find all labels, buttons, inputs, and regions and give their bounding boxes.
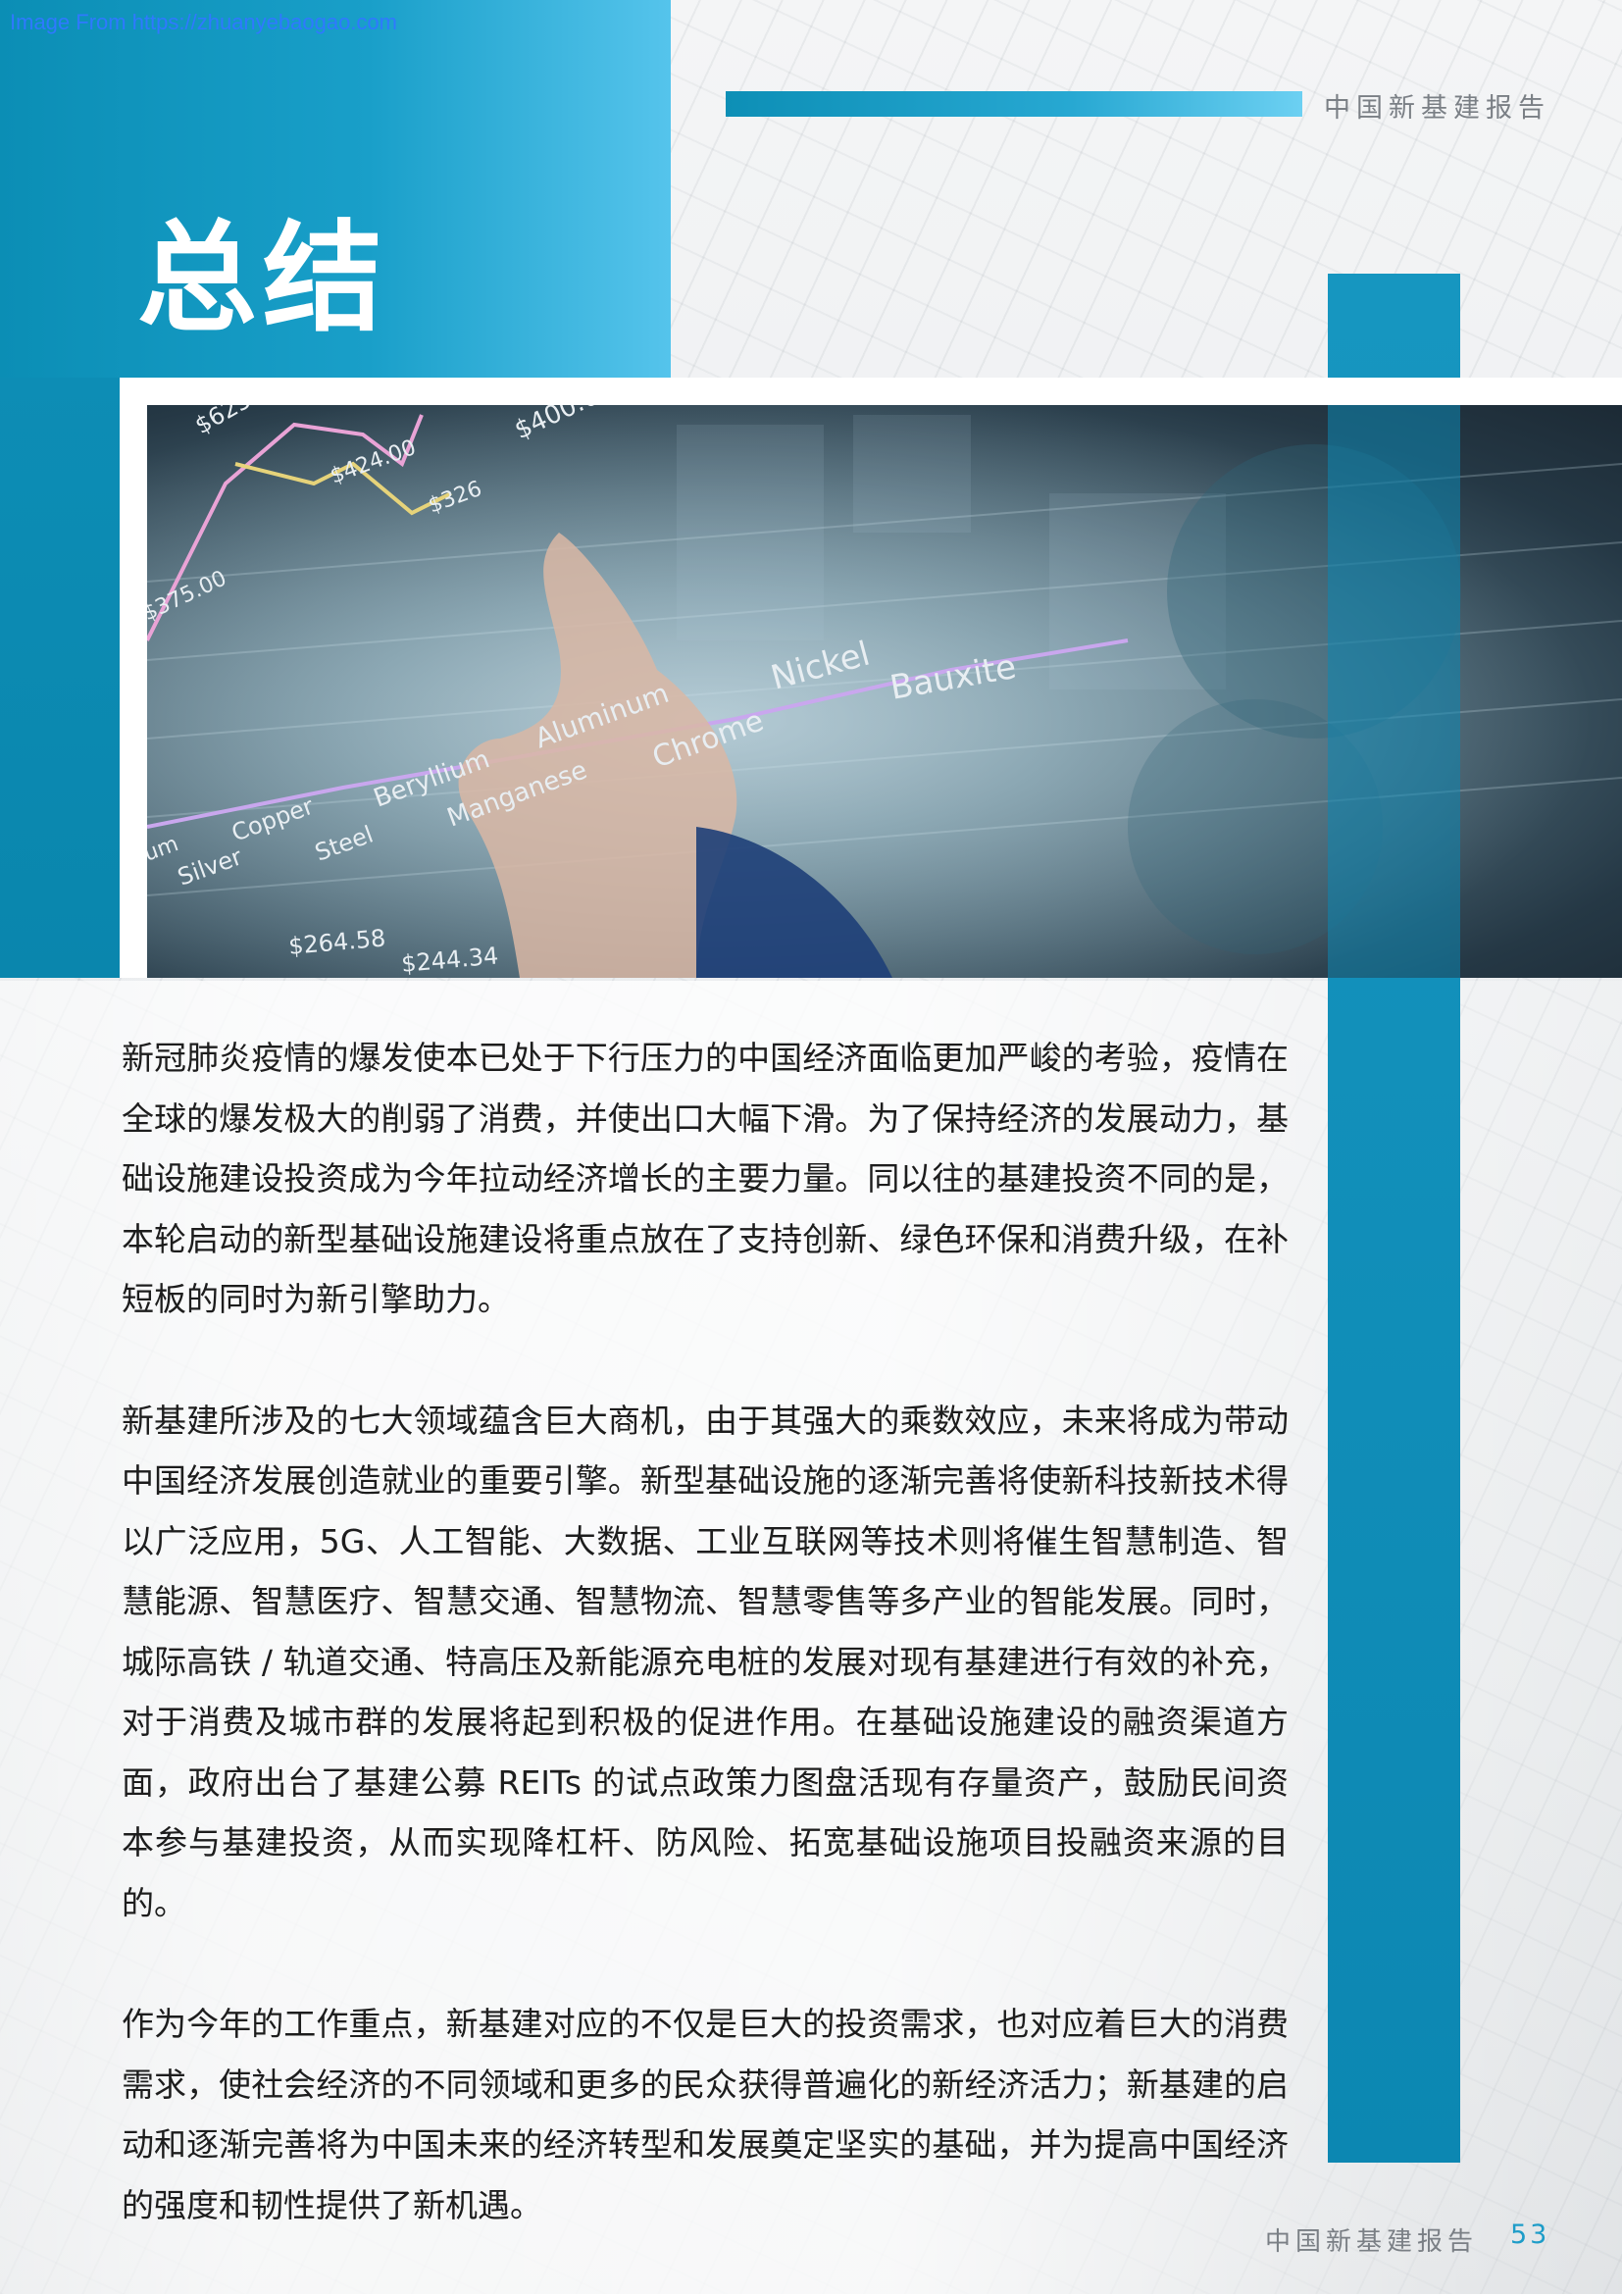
paragraph: 作为今年的工作重点，新基建对应的不仅是巨大的投资需求，也对应着巨大的消费需求，使… <box>122 2005 1289 2224</box>
vertical-accent-bar-overlay <box>1328 405 1460 978</box>
paragraph: 新基建所涉及的七大领域蕴含巨大商机，由于其强大的乘数效应，未来将成为带动中国经济… <box>122 1401 1289 1922</box>
page-title: 总结 <box>137 209 388 348</box>
footer-report-name: 中国新基建报告 <box>1265 2227 1479 2257</box>
watermark-text: Image From https://zhuanyebaogao.com <box>10 10 397 34</box>
paragraph: 新冠肺炎疫情的爆发使本已处于下行压力的中国经济面临更加严峻的考验，疫情在全球的爆… <box>122 1039 1289 1318</box>
header-report-name: 中国新基建报告 <box>1324 93 1550 124</box>
left-accent-strip <box>0 378 120 978</box>
body-text: 新冠肺炎疫情的爆发使本已处于下行压力的中国经济面临更加严峻的考验，疫情在全球的爆… <box>122 1028 1289 2296</box>
header-accent-bar <box>726 91 1302 117</box>
page-number: 53 <box>1510 2219 1550 2250</box>
